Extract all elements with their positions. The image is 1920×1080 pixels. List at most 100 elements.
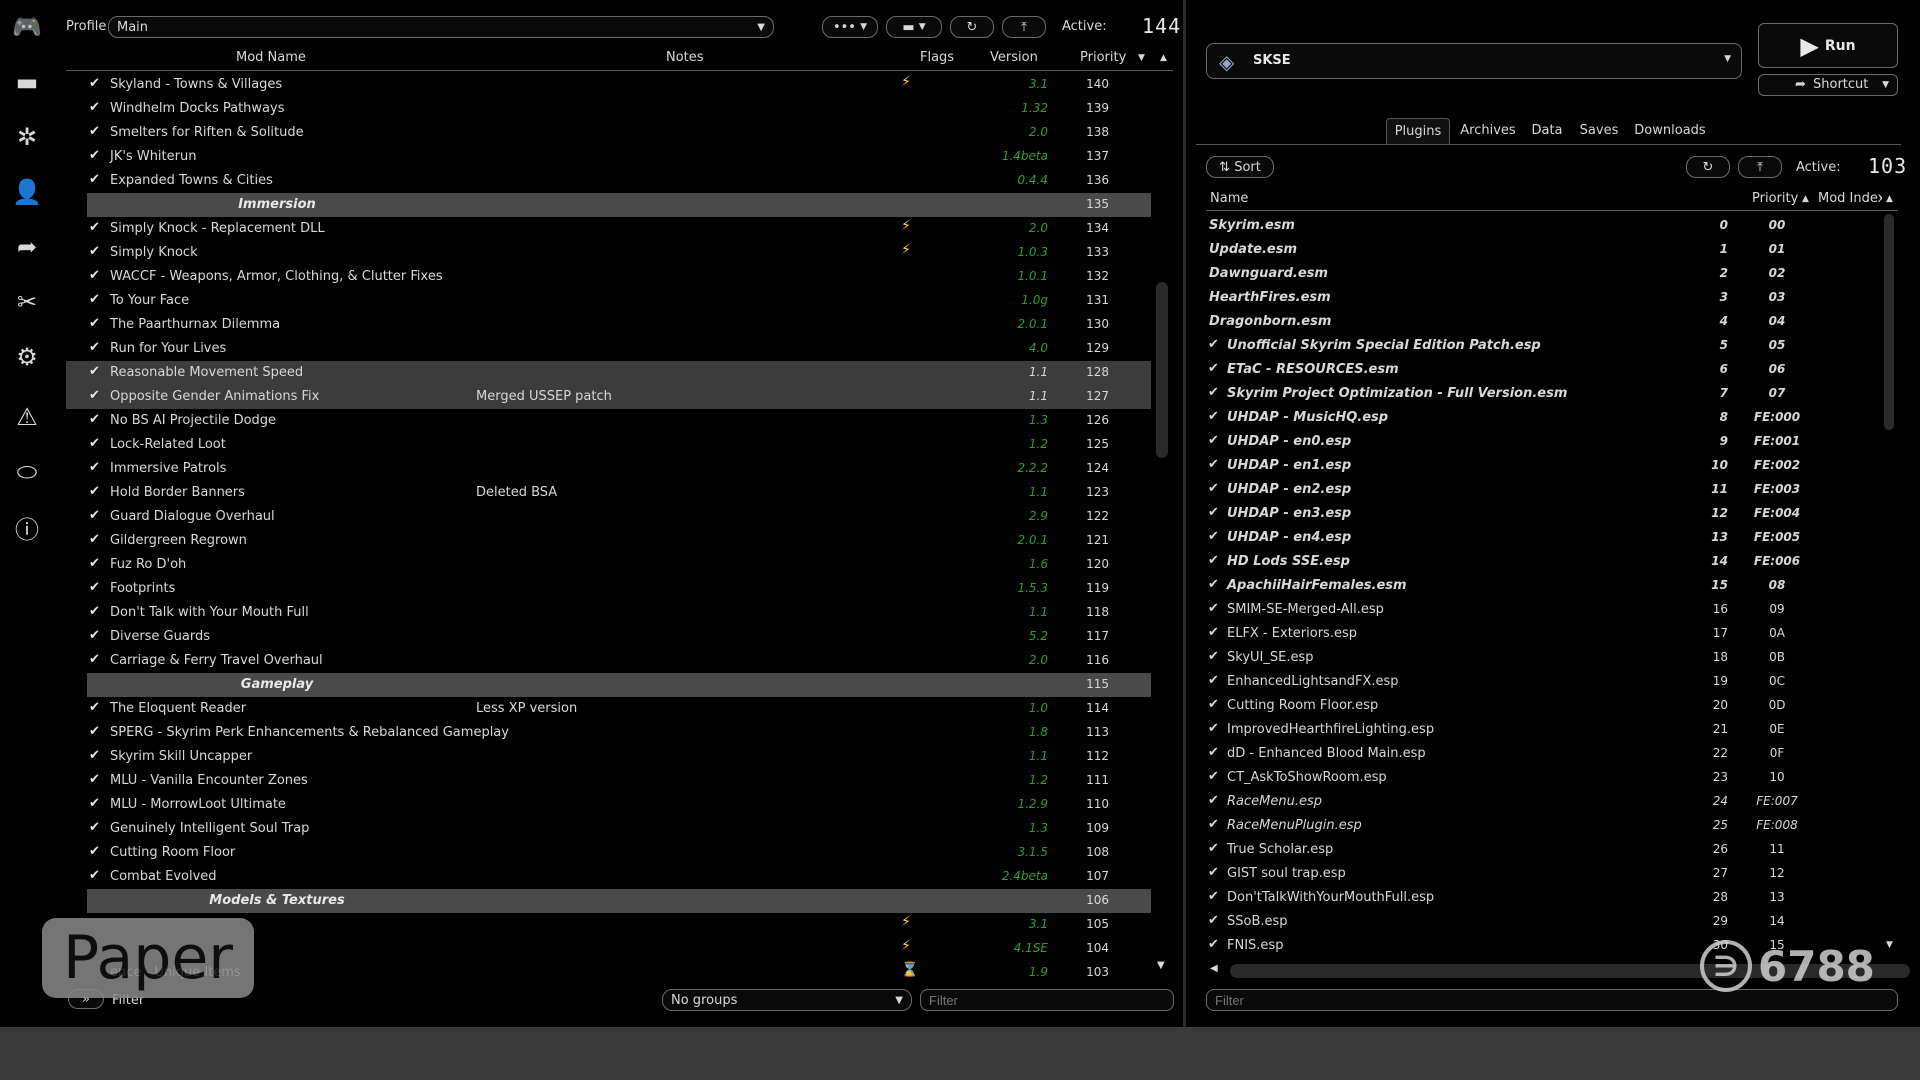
checkmark-icon[interactable]: ✔ [1208,889,1219,904]
plugin-row[interactable]: ✔ ELFX - Exteriors.esp 17 0A [1206,622,1884,646]
checkmark-icon[interactable]: ✔ [89,244,100,259]
plugin-row[interactable]: ✔ Unofficial Skyrim Special Edition Patch… [1206,334,1884,358]
plugin-row[interactable]: ✔ ApachiiHairFemales.esm 15 08 [1206,574,1884,598]
plugin-row[interactable]: ✔ True Scholar.esp 26 11 [1206,838,1884,862]
checkmark-icon[interactable]: ✔ [89,556,100,571]
plugin-row[interactable]: ✔ SSoB.esp 29 14 [1206,910,1884,934]
checkmark-icon[interactable]: ✔ [89,868,100,883]
mod-row[interactable]: ✔ SPERG - Skyrim Perk Enhancements & Reba… [66,721,1151,745]
mod-row[interactable]: ✔ The Paarthurnax Dilemma 2.0.1 130 [66,313,1151,337]
restore-backup-button[interactable]: ⤒ [1002,16,1046,38]
mod-row[interactable]: ✔ Footprints 1.5.3 119 [66,577,1151,601]
checkmark-icon[interactable]: ✔ [89,460,100,475]
checkmark-icon[interactable]: ✔ [89,580,100,595]
plugin-row[interactable]: ✔ UHDAP - en0.esp 9 FE:001 [1206,430,1884,454]
checkmark-icon[interactable]: ✔ [1208,505,1219,520]
checkmark-icon[interactable]: ✔ [1208,937,1219,952]
sort-asc-icon[interactable]: ▲ [1160,53,1167,63]
separator-row[interactable]: Immersion 135 [87,193,1151,217]
mod-row[interactable]: ✔ Immersive Patrols 2.2.2 124 [66,457,1151,481]
checkmark-icon[interactable]: ✔ [89,76,100,91]
mod-row[interactable]: ✔ Windhelm Docks Pathways 1.32 139 [66,97,1151,121]
plugin-row[interactable]: Dragonborn.esm 4 04 [1206,310,1884,334]
column-name[interactable]: Name [1210,191,1248,206]
checkmark-icon[interactable]: ✔ [89,652,100,667]
info-icon[interactable]: ⓘ [10,510,44,544]
mod-list[interactable]: ✔ Skyland - Towns & Villages ⚡ 3.1 140 ✔ Windh… [66,73,1151,980]
tools-icon[interactable]: ✂ [10,285,44,319]
tab-data[interactable]: Data [1526,118,1568,144]
checkmark-icon[interactable]: ✔ [89,772,100,787]
mod-row[interactable]: ✔ To Your Face 1.0g 131 [66,289,1151,313]
checkmark-icon[interactable]: ✔ [89,340,100,355]
plugin-row[interactable]: ✔ RaceMenuPlugin.esp 25 FE:008 [1206,814,1884,838]
checkmark-icon[interactable]: ✔ [1208,865,1219,880]
plugin-filter-input[interactable] [1206,989,1898,1011]
plugin-row[interactable]: ✔ CT_AskToShowRoom.esp 23 10 [1206,766,1884,790]
mod-row[interactable]: ✔ Opposite Gender Animations Fix Merged US… [66,385,1151,409]
folder-icon[interactable]: ▬ [10,65,44,99]
mod-row[interactable]: ✔ Smelters for Riften & Solitude 2.0 138 [66,121,1151,145]
refresh-button[interactable]: ↻ [950,16,994,38]
checkmark-icon[interactable]: ✔ [1208,433,1219,448]
checkmark-icon[interactable]: ✔ [1208,577,1219,592]
executable-select[interactable]: ◈ SKSE ▼ [1206,43,1742,79]
checkmark-icon[interactable]: ✔ [89,628,100,643]
checkmark-icon[interactable]: ✔ [1208,601,1219,616]
plugin-row[interactable]: ✔ RaceMenu.esp 24 FE:007 [1206,790,1884,814]
mod-row[interactable]: ✔ Guard Dialogue Overhaul 2.9 122 [66,505,1151,529]
mod-row[interactable]: ✔ JK's Whiterun 1.4beta 137 [66,145,1151,169]
plugin-row[interactable]: ✔ SkyUI_SE.esp 18 0B [1206,646,1884,670]
plugin-row[interactable]: HearthFires.esm 3 03 [1206,286,1884,310]
checkmark-icon[interactable]: ✔ [89,220,100,235]
tab-archives[interactable]: Archives [1454,118,1522,144]
checkmark-icon[interactable]: ✔ [1208,841,1219,856]
checkmark-icon[interactable]: ✔ [1208,529,1219,544]
mod-row[interactable]: ✔ Hold Border Banners Deleted BSA 1.1 123 [66,481,1151,505]
plugin-row[interactable]: ✔ ImprovedHearthfireLighting.esp 21 0E [1206,718,1884,742]
checkmark-icon[interactable]: ✔ [89,796,100,811]
checkmark-icon[interactable]: ✔ [89,172,100,187]
checkmark-icon[interactable]: ✔ [89,316,100,331]
mod-row[interactable]: ✔ Skyland - Towns & Villages ⚡ 3.1 140 [66,73,1151,97]
plugin-row[interactable]: ✔ Cutting Room Floor.esp 20 0D [1206,694,1884,718]
mod-row[interactable]: ✔ Simply Knock ⚡ 1.0.3 133 [66,241,1151,265]
more-actions-button[interactable]: ••• ▼ [822,16,878,38]
mod-row[interactable]: ✔ Diverse Guards 5.2 117 [66,625,1151,649]
mod-row[interactable]: ✔ No BS AI Projectile Dodge 1.3 126 [66,409,1151,433]
checkmark-icon[interactable]: ✔ [1208,913,1219,928]
separator-row[interactable]: Gameplay 115 [87,673,1151,697]
plugin-row[interactable]: Update.esm 1 01 [1206,238,1884,262]
plugin-row[interactable]: ✔ dD - Enhanced Blood Main.esp 22 0F [1206,742,1884,766]
checkmark-icon[interactable]: ✔ [1208,481,1219,496]
checkmark-icon[interactable]: ✔ [89,124,100,139]
mod-row[interactable]: ✔ WACCF - Weapons, Armor, Clothing, & Clu… [66,265,1151,289]
plugins-refresh-button[interactable]: ↻ [1686,156,1730,178]
mod-row[interactable]: ✔ Run for Your Lives 4.0 129 [66,337,1151,361]
separator-row[interactable]: Models & Textures 106 [87,889,1151,913]
checkmark-icon[interactable]: ✔ [1208,337,1219,352]
pane-divider[interactable] [1183,0,1186,1027]
checkmark-icon[interactable]: ✔ [89,148,100,163]
mod-list-scrollbar[interactable] [1156,282,1168,458]
run-button[interactable]: ▶ Run [1758,23,1898,68]
checkmark-icon[interactable]: ✔ [89,388,100,403]
checkmark-icon[interactable]: ✔ [89,820,100,835]
gamepad-icon[interactable]: 🎮 [10,10,44,44]
plugin-row[interactable]: ✔ UHDAP - MusicHQ.esp 8 FE:000 [1206,406,1884,430]
checkmark-icon[interactable]: ✔ [1208,817,1219,832]
mod-row[interactable]: ✔ Carriage & Ferry Travel Overhaul 2.0 116 [66,649,1151,673]
column-plugin-priority[interactable]: Priority [1752,191,1798,206]
plugin-row[interactable]: ✔ SMIM-SE-Merged-All.esp 16 09 [1206,598,1884,622]
mod-filter-input[interactable] [920,989,1174,1011]
checkmark-icon[interactable]: ✔ [1208,793,1219,808]
checkmark-icon[interactable]: ✔ [1208,409,1219,424]
checkmark-icon[interactable]: ✔ [1208,385,1219,400]
plugin-row[interactable]: ✔ UHDAP - en1.esp 10 FE:002 [1206,454,1884,478]
profile-select[interactable]: Main ▼ [108,16,774,38]
plugin-row[interactable]: ✔ UHDAP - en2.esp 11 FE:003 [1206,478,1884,502]
checkmark-icon[interactable]: ✔ [89,292,100,307]
column-mod-name[interactable]: Mod Name [236,50,306,65]
checkmark-icon[interactable]: ✔ [1208,457,1219,472]
groups-select[interactable]: No groups ▼ [662,989,912,1011]
